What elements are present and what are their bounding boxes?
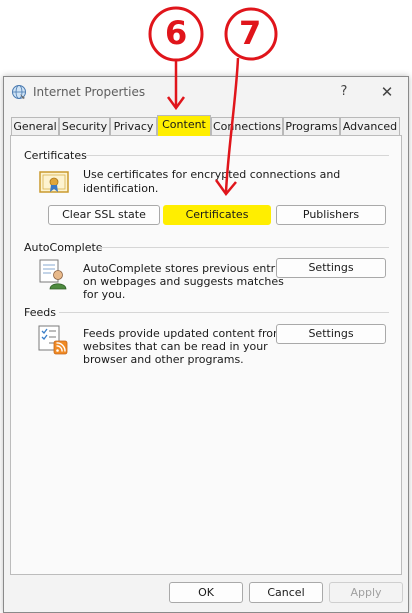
internet-properties-dialog: Internet Properties ? ✕ General Security…	[3, 76, 409, 613]
certificates-description: Use certificates for encrypted connectio…	[83, 168, 341, 195]
cancel-button[interactable]: Cancel	[249, 582, 323, 603]
certificates-heading: Certificates	[24, 149, 87, 162]
title-bar: Internet Properties ? ✕	[4, 77, 408, 109]
tab-security[interactable]: Security	[59, 117, 110, 135]
tab-programs[interactable]: Programs	[283, 117, 340, 135]
apply-button[interactable]: Apply	[329, 582, 403, 603]
autocomplete-description-line-3: for you.	[83, 288, 126, 301]
feeds-divider	[59, 312, 389, 313]
tab-advanced[interactable]: Advanced	[340, 117, 400, 135]
clear-ssl-state-button[interactable]: Clear SSL state	[48, 205, 160, 225]
close-button[interactable]: ✕	[378, 83, 396, 101]
certificates-divider	[86, 155, 389, 156]
autocomplete-description-line-1: AutoComplete stores previous entries	[83, 262, 291, 275]
tab-general[interactable]: General	[11, 117, 59, 135]
content-tab-panel: Certificates Use certificates for encryp…	[10, 135, 402, 575]
annotation-circle-6	[148, 6, 204, 62]
window-title: Internet Properties	[33, 85, 146, 99]
certificate-icon	[39, 171, 69, 193]
feeds-heading: Feeds	[24, 306, 56, 319]
autocomplete-icon	[39, 259, 67, 290]
certificates-button[interactable]: Certificates	[163, 205, 271, 225]
autocomplete-description-line-2: on webpages and suggests matches	[83, 275, 284, 288]
publishers-button[interactable]: Publishers	[276, 205, 386, 225]
annotation-number-6: 6	[165, 14, 188, 52]
annotation-number-7: 7	[239, 14, 262, 52]
feeds-settings-button[interactable]: Settings	[276, 324, 386, 344]
annotation-circle-7	[224, 7, 278, 61]
autocomplete-heading: AutoComplete	[24, 241, 103, 254]
feeds-description-line-2: websites that can be read in your	[83, 340, 268, 353]
internet-globe-icon	[12, 85, 26, 99]
feeds-description-line-1: Feeds provide updated content from	[83, 327, 284, 340]
tab-privacy[interactable]: Privacy	[110, 117, 157, 135]
autocomplete-divider	[98, 247, 389, 248]
autocomplete-settings-button[interactable]: Settings	[276, 258, 386, 278]
ok-button[interactable]: OK	[169, 582, 243, 603]
feeds-icon	[38, 325, 68, 355]
feeds-description-line-3: browser and other programs.	[83, 353, 244, 366]
tab-connections[interactable]: Connections	[211, 117, 283, 135]
help-button[interactable]: ?	[335, 83, 353, 101]
tab-content[interactable]: Content	[157, 115, 211, 136]
